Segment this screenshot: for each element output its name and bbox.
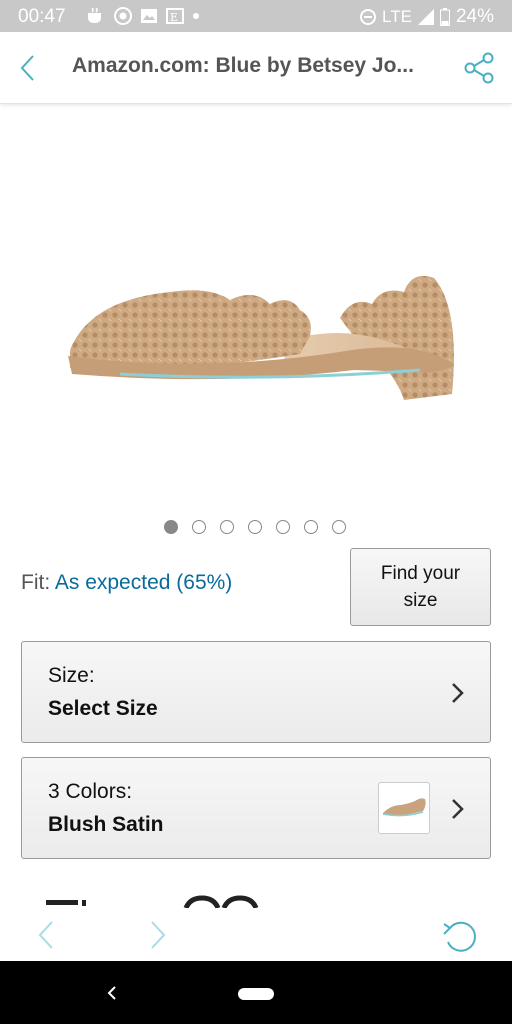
color-label: 3 Colors: [48,780,133,803]
carousel-dot[interactable] [248,520,262,534]
product-image[interactable] [40,200,480,430]
carousel-indicator [164,520,346,534]
news-icon: E [166,8,184,24]
carousel-dot[interactable] [332,520,346,534]
dnd-icon [360,9,377,25]
size-value: Select Size [48,697,158,720]
image-icon [141,9,157,23]
carousel-dot[interactable] [304,520,318,534]
target-icon [114,7,132,25]
nav-back-button[interactable] [34,920,58,950]
color-value: Blush Satin [48,813,164,836]
chevron-right-icon [452,799,464,819]
status-time: 00:47 [18,6,66,27]
chevron-left-icon [38,921,53,949]
carousel-dot[interactable] [220,520,234,534]
battery-icon [439,8,450,26]
find-size-line1: Find your [380,563,461,584]
svg-text:E: E [170,11,178,24]
shoe-thumbnail [382,798,426,817]
dot-icon [193,13,199,19]
nav-forward-button[interactable] [146,920,170,950]
app-bar: Amazon.com: Blue by Betsey Jo... [0,32,512,104]
refresh-icon [443,921,476,952]
battery-percent: 24% [455,6,494,27]
back-button[interactable] [10,50,44,86]
carousel-dot[interactable] [276,520,290,534]
chevron-right-icon [151,921,166,949]
fit-value[interactable]: As expected (65%) [55,571,232,594]
find-your-size-button[interactable]: Find your size [350,548,491,626]
share-button[interactable] [462,50,498,86]
color-selector[interactable]: 3 Colors: Blush Satin [21,757,491,859]
size-selector[interactable]: Size: Select Size [21,641,491,743]
shoe-image [68,275,454,400]
status-right: LTE 24% [360,6,494,28]
carousel-dot[interactable] [192,520,206,534]
color-swatch [378,782,430,834]
carousel-dot[interactable] [164,520,178,534]
coffee-icon [88,8,101,23]
price-text-clipped [46,895,259,910]
system-back-icon[interactable] [104,983,120,1003]
price-peek [46,888,266,910]
share-icon [464,52,494,84]
network-type: LTE [382,7,412,26]
system-nav-bar [0,961,512,1024]
find-size-line2: size [403,590,438,611]
status-bar: 00:47 E LTE 24% [0,0,512,32]
chevron-right-icon [452,683,464,703]
home-pill[interactable] [238,988,274,1000]
size-label: Size: [48,664,95,687]
chevron-left-icon [20,55,34,81]
fit-info: Fit: As expected (65%) [21,571,232,595]
fit-label: Fit: [21,571,51,594]
notification-icons: E [86,6,200,26]
page-title: Amazon.com: Blue by Betsey Jo... [72,54,414,77]
signal-icon [417,9,434,25]
refresh-button[interactable] [440,916,480,956]
browser-nav-bar [0,908,512,961]
